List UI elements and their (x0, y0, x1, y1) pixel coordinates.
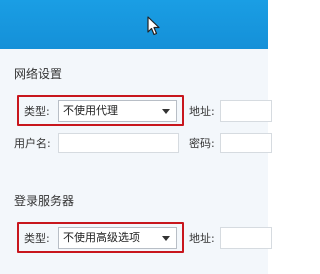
server-address-input[interactable] (220, 227, 272, 249)
proxy-type-value: 不使用代理 (63, 104, 118, 117)
network-settings-title: 网络设置 (14, 67, 63, 81)
settings-panel: 网络设置 类型: 不使用代理 地址: 用户名: 密码: 登录服务器 类型: 不使… (0, 49, 272, 274)
server-type-label: 类型: (24, 232, 50, 245)
proxy-type-label: 类型: (24, 105, 50, 118)
chevron-down-icon (162, 236, 170, 241)
proxy-password-input[interactable] (220, 133, 272, 153)
server-type-value: 不使用高级选项 (63, 231, 140, 244)
proxy-address-label: 地址: (189, 105, 215, 118)
proxy-username-input[interactable] (58, 133, 179, 153)
proxy-username-label: 用户名: (14, 137, 51, 150)
window-header (0, 0, 268, 49)
server-address-label: 地址: (189, 232, 215, 245)
proxy-password-label: 密码: (189, 137, 215, 150)
server-type-select[interactable]: 不使用高级选项 (58, 227, 177, 249)
proxy-address-input[interactable] (220, 100, 272, 122)
login-server-title: 登录服务器 (14, 194, 75, 208)
mouse-cursor-icon (147, 16, 160, 36)
proxy-type-select[interactable]: 不使用代理 (58, 100, 177, 122)
chevron-down-icon (162, 109, 170, 114)
